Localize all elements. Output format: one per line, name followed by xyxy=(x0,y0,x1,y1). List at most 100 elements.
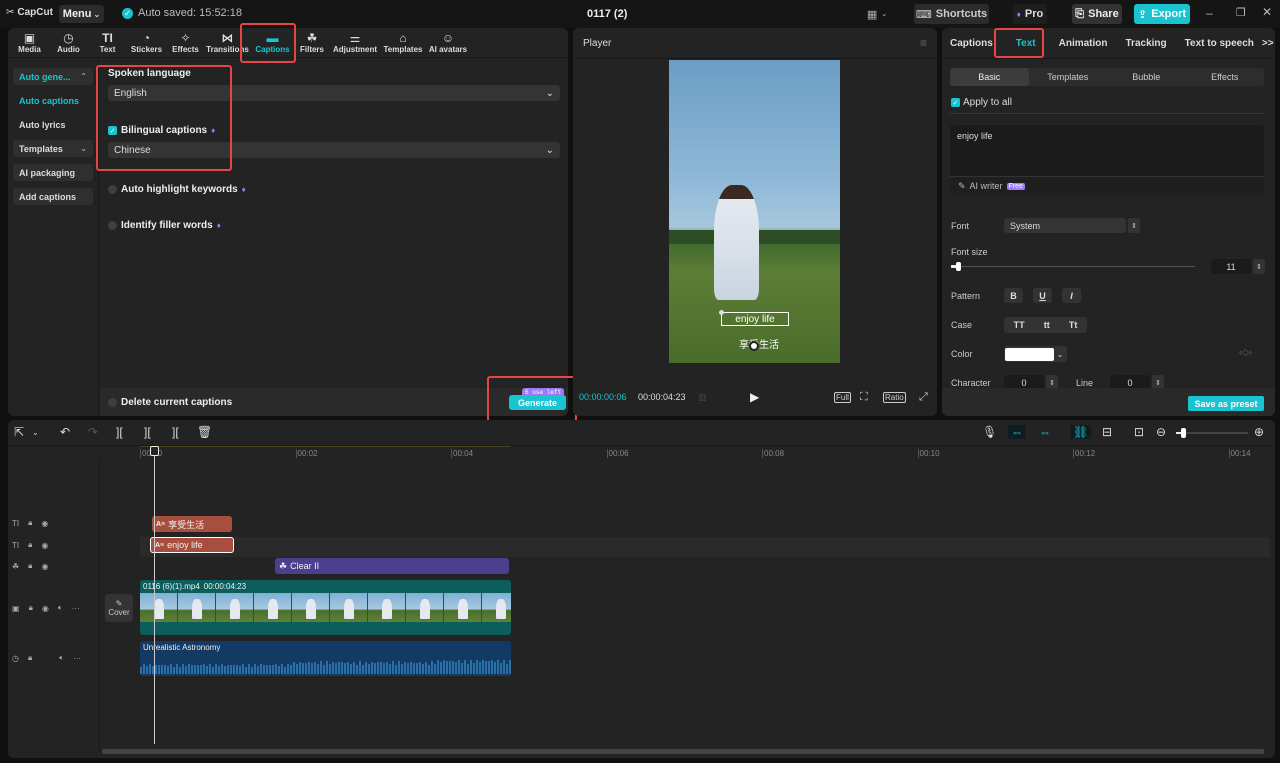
tab-tracking[interactable]: Tracking xyxy=(1116,38,1177,49)
playhead-handle[interactable] xyxy=(150,446,159,456)
bold-button[interactable]: B xyxy=(1004,288,1023,303)
tab-templates[interactable]: ⌂ Templates xyxy=(381,28,425,57)
video-clip[interactable]: 0116 (6)(1).mp4 00:00:04:23 xyxy=(140,580,511,635)
delete-icon[interactable]: 🗑 xyxy=(197,425,212,439)
subtab-basic[interactable]: Basic xyxy=(950,68,1029,86)
zoom-in-icon[interactable]: ⊕ xyxy=(1254,425,1264,439)
tab-text[interactable]: TI Text xyxy=(88,28,127,57)
nav-templates[interactable]: Templates ⌄ xyxy=(13,140,93,157)
tab-text-to-speech[interactable]: Text to speech xyxy=(1177,38,1262,49)
font-size-input[interactable]: 11 xyxy=(1211,259,1251,274)
filler-words-checkbox[interactable] xyxy=(108,221,117,230)
lock-icon[interactable]: 🔒︎ xyxy=(28,540,32,550)
volume-icon[interactable]: 🔈︎ xyxy=(59,653,64,663)
menu-button[interactable]: Menu ⌄ xyxy=(59,5,104,23)
font-select[interactable]: System xyxy=(1004,218,1126,233)
more-icon[interactable]: ··· xyxy=(72,604,80,613)
ratio-button[interactable]: Ratio xyxy=(883,391,906,403)
ai-writer-button[interactable]: ✎ AI writer Free xyxy=(950,176,1264,195)
timeline-scrollbar[interactable] xyxy=(102,749,1264,754)
undo-icon[interactable]: ↶ xyxy=(60,425,70,439)
layout-button[interactable]: ▦ ⌄ xyxy=(862,4,892,24)
tab-filters[interactable]: ☘ Filters xyxy=(295,28,329,57)
save-as-preset-button[interactable]: Save as preset xyxy=(1188,396,1264,411)
tab-animation[interactable]: Animation xyxy=(1051,38,1116,49)
tab-adjustment[interactable]: ⚌ Adjustment xyxy=(329,28,381,57)
nav-add-captions[interactable]: Add captions xyxy=(13,188,93,205)
hamburger-menu-icon[interactable]: ≡ xyxy=(920,36,927,50)
select-cursor-icon[interactable]: ⇱ xyxy=(14,425,24,439)
lock-icon[interactable]: 🔒︎ xyxy=(28,561,32,571)
delete-captions-checkbox[interactable] xyxy=(108,398,117,407)
main-track-magnet-icon[interactable]: ⇔ xyxy=(1008,425,1026,439)
nav-auto-captions[interactable]: Auto captions xyxy=(13,92,93,109)
restore-button[interactable]: ❐ xyxy=(1236,6,1246,19)
underline-button[interactable]: U xyxy=(1033,288,1052,303)
caption-en-overlay[interactable]: enjoy life xyxy=(721,312,789,326)
redo-icon[interactable]: ↷ xyxy=(88,425,98,439)
subtab-templates[interactable]: Templates xyxy=(1029,68,1108,86)
nav-auto-lyrics[interactable]: Auto lyrics xyxy=(13,116,93,133)
zoom-out-icon[interactable]: ⊖ xyxy=(1156,425,1166,439)
full-button[interactable]: Full xyxy=(834,391,851,403)
caption-zh-overlay[interactable]: 享受生活 xyxy=(729,336,789,351)
zoom-fit-icon[interactable]: ⛶ xyxy=(860,391,868,404)
tab-audio[interactable]: ◷ Audio xyxy=(49,28,88,57)
shortcuts-button[interactable]: ⌨ Shortcuts xyxy=(914,4,989,24)
nav-ai-packaging[interactable]: AI packaging xyxy=(13,164,93,181)
timeline-zoom-thumb[interactable] xyxy=(1181,428,1187,438)
tab-media[interactable]: ▣ Media xyxy=(10,28,49,57)
volume-icon[interactable]: 🔈︎ xyxy=(58,603,63,613)
audio-clip[interactable]: Unrealistic Astronomy xyxy=(140,641,511,676)
color-picker[interactable]: ⌄ xyxy=(1004,346,1067,362)
italic-button[interactable]: I xyxy=(1062,288,1081,303)
eye-icon[interactable]: ◉ xyxy=(41,541,48,550)
auto-snap-icon[interactable]: ⇔ xyxy=(1039,425,1051,439)
pro-button[interactable]: ♦ Pro xyxy=(1013,4,1047,24)
chevron-down-icon[interactable]: ⌄ xyxy=(32,428,39,437)
video-preview[interactable]: enjoy life 享受生活 xyxy=(669,60,840,363)
keyframe-icon[interactable]: ‹◇› xyxy=(1239,347,1252,358)
waveform-toggle-icon[interactable]: ▥ xyxy=(698,392,707,403)
play-button[interactable]: ▶ xyxy=(750,390,759,404)
highlight-keywords-checkbox[interactable] xyxy=(108,185,117,194)
apply-to-all-checkbox[interactable]: ✓ xyxy=(951,98,960,107)
timeline-zoom-slider[interactable] xyxy=(1176,428,1248,438)
font-size-slider-thumb[interactable] xyxy=(955,262,961,271)
lock-icon[interactable]: 🔒︎ xyxy=(28,653,32,663)
nav-auto-generate[interactable]: Auto gene... ⌃ xyxy=(13,68,93,85)
tab-ai-avatars[interactable]: ☺ AI avatars xyxy=(425,28,471,57)
microphone-icon[interactable]: 🎙 xyxy=(982,425,997,439)
subtab-effects[interactable]: Effects xyxy=(1186,68,1265,86)
cover-button[interactable]: ✎ Cover xyxy=(105,594,133,622)
font-size-stepper-icon[interactable]: ⇕ xyxy=(1253,259,1265,274)
split-left-icon[interactable]: ][ xyxy=(144,425,151,439)
filter-clip[interactable]: ☘ Clear II xyxy=(275,558,509,574)
eye-icon[interactable]: ◉ xyxy=(42,604,49,613)
preview-axis-icon[interactable]: ⊟ xyxy=(1102,425,1112,439)
linkage-icon[interactable]: ⛓ xyxy=(1070,425,1092,439)
fullscreen-icon[interactable]: ⤢ xyxy=(919,391,928,404)
case-lower-button[interactable]: tt xyxy=(1044,320,1050,330)
close-button[interactable]: ✕ xyxy=(1262,5,1272,19)
export-button[interactable]: ⇪ Export xyxy=(1134,4,1190,24)
font-stepper-icon[interactable]: ⇕ xyxy=(1128,218,1140,233)
font-size-slider[interactable] xyxy=(951,262,1195,271)
tab-effects[interactable]: ✧ Effects xyxy=(166,28,205,57)
tab-captions-props[interactable]: Captions xyxy=(942,38,1001,49)
resize-handle[interactable] xyxy=(719,310,724,315)
lock-icon[interactable]: 🔒︎ xyxy=(28,518,32,528)
more-tabs-button[interactable]: >> xyxy=(1262,38,1274,49)
screenshot-icon[interactable]: ⊡ xyxy=(1134,425,1144,439)
case-title-button[interactable]: Tt xyxy=(1069,320,1078,330)
playhead[interactable] xyxy=(150,446,159,744)
split-icon[interactable]: ][ xyxy=(116,425,123,439)
tab-stickers[interactable]: ◔ Stickers xyxy=(127,28,166,57)
eye-icon[interactable]: ◉ xyxy=(41,562,48,571)
share-button[interactable]: ⎘ Share xyxy=(1072,4,1122,24)
eye-icon[interactable]: ◉ xyxy=(41,519,48,528)
minimize-button[interactable]: – xyxy=(1206,6,1213,20)
caption-clip-zh[interactable]: A≡ 享受生活 xyxy=(152,516,232,532)
more-icon[interactable]: ··· xyxy=(73,654,81,663)
case-upper-button[interactable]: TT xyxy=(1014,320,1025,330)
